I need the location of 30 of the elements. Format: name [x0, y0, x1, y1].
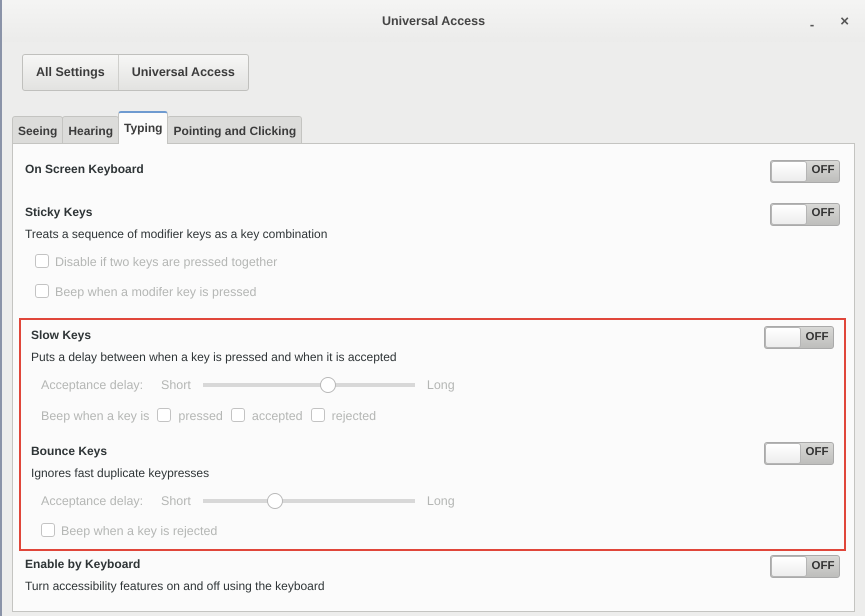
section-title: Sticky Keys [25, 204, 94, 220]
section-title: Bounce Keys [31, 442, 108, 460]
breadcrumb-button[interactable]: All Settings [23, 54, 118, 90]
slider-label: Acceptance delay: [41, 492, 144, 510]
section-title: On Screen Keyboard [25, 160, 144, 178]
close-button[interactable]: × [838, 12, 851, 31]
slider-min-label: Short [161, 377, 191, 394]
slider-max-label: Long [426, 492, 455, 510]
tab[interactable]: Typing [118, 110, 168, 144]
section-title: Enable by Keyboard [25, 556, 142, 573]
section-description: Treats a sequence of modifier keys as a key combination [25, 226, 328, 242]
toggle-switch[interactable]: OFF [770, 202, 840, 226]
option-label: Beep when a key is [41, 408, 150, 425]
slider-label: Acceptance delay: [41, 377, 144, 394]
slider-max-label: Long [426, 377, 455, 394]
slider-min-label: Short [161, 492, 191, 510]
window-title: Universal Access [382, 12, 486, 30]
section-description: Puts a delay between when a key is pressed and when it is accepted [31, 349, 397, 366]
section-title: Slow Keys [31, 327, 92, 344]
toggle-switch[interactable]: OFF [770, 555, 840, 578]
toggle-switch[interactable]: OFF [764, 326, 834, 349]
tab[interactable]: Seeing [12, 116, 64, 142]
toggle-switch[interactable]: OFF [764, 442, 834, 464]
minimize-button[interactable]: - [808, 18, 816, 31]
breadcrumb-button[interactable]: Universal Access [118, 54, 248, 90]
toggle-switch[interactable]: OFF [770, 160, 840, 182]
section-description: Turn accessibility features on and off using the keyboard [25, 578, 325, 595]
section-description: Ignores fast duplicate keypresses [31, 464, 210, 482]
tab[interactable]: Pointing and Clicking [167, 116, 302, 142]
tab[interactable]: Hearing [62, 116, 120, 142]
